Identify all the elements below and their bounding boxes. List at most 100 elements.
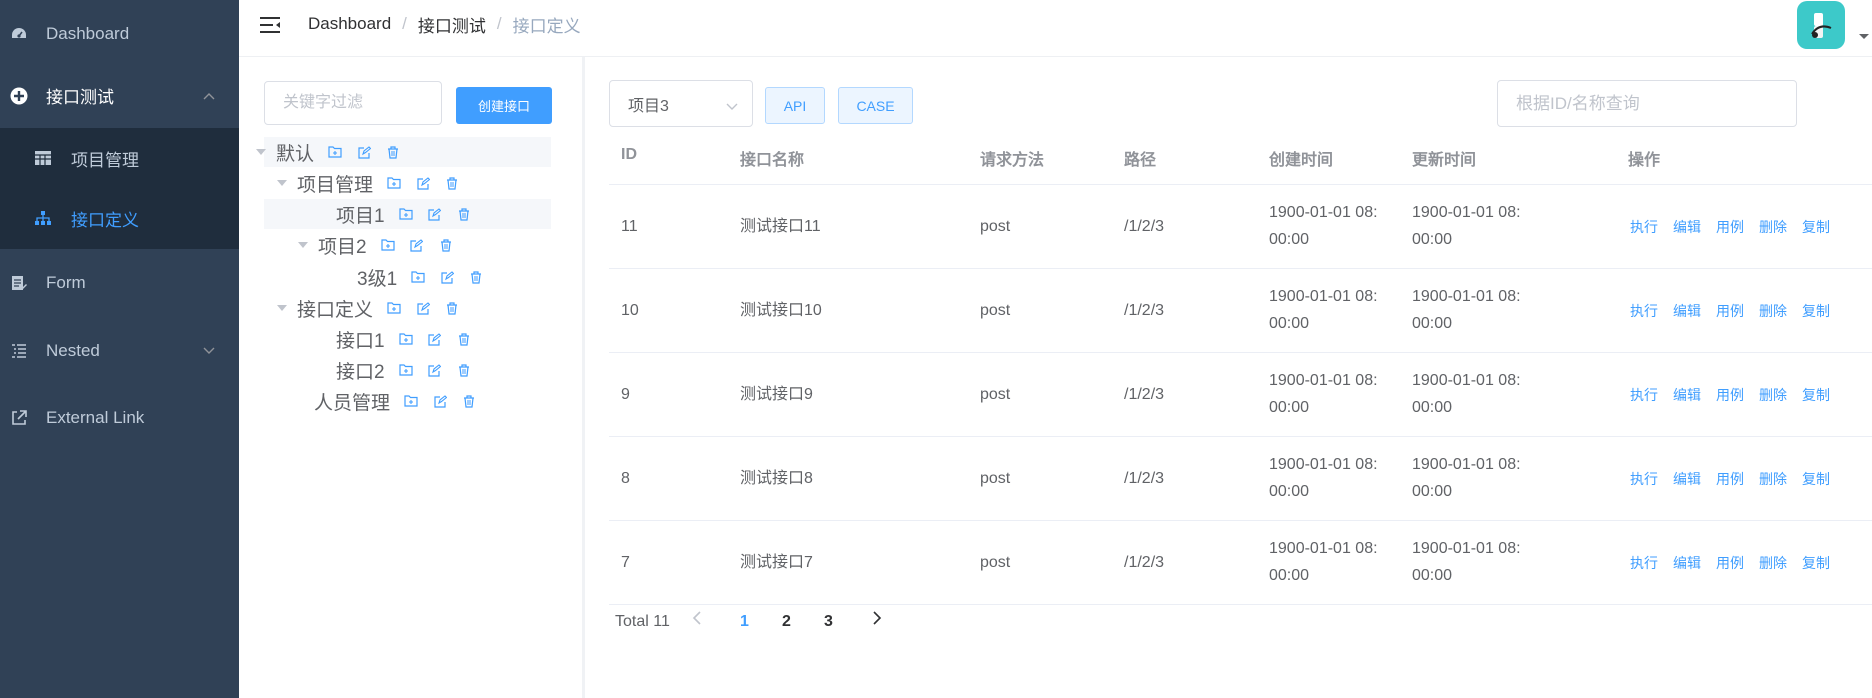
edit-icon[interactable] bbox=[432, 393, 448, 409]
cell-method: post bbox=[980, 554, 1011, 571]
caret-down-icon[interactable] bbox=[298, 242, 308, 248]
add-folder-icon[interactable] bbox=[386, 175, 402, 191]
caret-down-icon[interactable] bbox=[256, 149, 266, 155]
edit-icon[interactable] bbox=[415, 175, 431, 191]
delete-icon[interactable] bbox=[456, 331, 472, 347]
tree-node-actions bbox=[386, 175, 460, 191]
edit-button[interactable]: 编辑 bbox=[1673, 385, 1701, 405]
delete-icon[interactable] bbox=[456, 362, 472, 378]
page-3[interactable]: 3 bbox=[824, 613, 833, 631]
chevron-up-icon bbox=[203, 89, 215, 103]
breadcrumb-item-dashboard[interactable]: Dashboard bbox=[308, 14, 391, 34]
add-folder-icon[interactable] bbox=[398, 331, 414, 347]
run-button[interactable]: 执行 bbox=[1630, 469, 1658, 489]
run-button[interactable]: 执行 bbox=[1630, 385, 1658, 405]
keyword-filter-input[interactable] bbox=[264, 81, 442, 125]
sidebar-item-external-link[interactable]: External Link bbox=[0, 384, 239, 451]
hamburger-icon[interactable] bbox=[259, 15, 281, 35]
run-button[interactable]: 执行 bbox=[1630, 301, 1658, 321]
add-folder-icon[interactable] bbox=[398, 362, 414, 378]
delete-icon[interactable] bbox=[444, 300, 460, 316]
sidebar-item-form[interactable]: Form bbox=[0, 249, 239, 316]
edit-icon[interactable] bbox=[427, 206, 443, 222]
page-1[interactable]: 1 bbox=[740, 613, 749, 631]
id-name-search-input[interactable] bbox=[1497, 80, 1797, 127]
delete-button[interactable]: 删除 bbox=[1759, 385, 1787, 405]
copy-button[interactable]: 复制 bbox=[1802, 385, 1830, 405]
delete-icon[interactable] bbox=[468, 269, 484, 285]
case-button[interactable]: 用例 bbox=[1716, 301, 1744, 321]
edit-button[interactable]: 编辑 bbox=[1673, 469, 1701, 489]
caret-down-icon[interactable] bbox=[277, 305, 287, 311]
api-button[interactable]: API bbox=[765, 87, 825, 124]
copy-button[interactable]: 复制 bbox=[1802, 301, 1830, 321]
delete-icon[interactable] bbox=[444, 175, 460, 191]
delete-icon[interactable] bbox=[461, 393, 477, 409]
delete-button[interactable]: 删除 bbox=[1759, 469, 1787, 489]
cell-path: /1/2/3 bbox=[1124, 302, 1165, 319]
copy-button[interactable]: 复制 bbox=[1802, 553, 1830, 573]
case-button[interactable]: 用例 bbox=[1716, 469, 1744, 489]
sidebar-item-api-definition[interactable]: 接口定义 bbox=[0, 188, 239, 248]
case-button[interactable]: 用例 bbox=[1716, 217, 1744, 237]
edit-button[interactable]: 编辑 bbox=[1673, 217, 1701, 237]
tree-node-api2[interactable]: 接口2 bbox=[336, 355, 472, 385]
case-button[interactable]: 用例 bbox=[1716, 385, 1744, 405]
delete-icon[interactable] bbox=[438, 237, 454, 253]
tree-node-project-management[interactable]: 项目管理 bbox=[277, 168, 460, 198]
sidebar-item-dashboard[interactable]: Dashboard bbox=[0, 0, 239, 67]
next-page-icon[interactable] bbox=[872, 611, 882, 630]
case-button[interactable]: CASE bbox=[838, 87, 913, 124]
run-button[interactable]: 执行 bbox=[1630, 217, 1658, 237]
sidebar-item-nested[interactable]: Nested bbox=[0, 317, 239, 384]
prev-page-icon[interactable] bbox=[692, 611, 702, 630]
avatar[interactable] bbox=[1797, 1, 1845, 49]
pagination-total: Total 11 bbox=[615, 613, 670, 630]
cell-id: 7 bbox=[621, 554, 630, 571]
delete-icon[interactable] bbox=[456, 206, 472, 222]
run-button[interactable]: 执行 bbox=[1630, 553, 1658, 573]
tree-node-project1[interactable]: 项目1 bbox=[336, 199, 472, 229]
cell-created-time: 1900-01-01 08: bbox=[1269, 456, 1378, 473]
sidebar-item-api-test[interactable]: 接口测试 bbox=[0, 62, 239, 129]
cell-updated-time: 00:00 bbox=[1412, 483, 1453, 500]
edit-icon[interactable] bbox=[427, 331, 443, 347]
caret-down-icon[interactable] bbox=[1859, 34, 1869, 39]
edit-icon[interactable] bbox=[427, 362, 443, 378]
add-folder-icon[interactable] bbox=[410, 269, 426, 285]
edit-icon[interactable] bbox=[409, 237, 425, 253]
copy-button[interactable]: 复制 bbox=[1802, 469, 1830, 489]
tree-node-api-definition[interactable]: 接口定义 bbox=[277, 293, 460, 323]
sidebar: Dashboard 接口测试 项目管理 接口定义 Form Nested Ext… bbox=[0, 0, 239, 698]
add-folder-icon[interactable] bbox=[327, 144, 343, 160]
sidebar-item-project-management[interactable]: 项目管理 bbox=[0, 128, 239, 188]
case-button[interactable]: 用例 bbox=[1716, 553, 1744, 573]
add-folder-icon[interactable] bbox=[386, 300, 402, 316]
edit-icon[interactable] bbox=[439, 269, 455, 285]
tree-node-default[interactable]: 默认 bbox=[256, 137, 401, 167]
copy-button[interactable]: 复制 bbox=[1802, 217, 1830, 237]
caret-down-icon[interactable] bbox=[277, 180, 287, 186]
edit-icon[interactable] bbox=[356, 144, 372, 160]
add-folder-icon[interactable] bbox=[398, 206, 414, 222]
delete-button[interactable]: 删除 bbox=[1759, 553, 1787, 573]
edit-icon[interactable] bbox=[415, 300, 431, 316]
tree-node-people-management[interactable]: 人员管理 bbox=[314, 386, 477, 416]
add-folder-icon[interactable] bbox=[403, 393, 419, 409]
tree-node-level3-1[interactable]: 3级1 bbox=[357, 262, 484, 292]
create-api-button[interactable]: 创建接口 bbox=[456, 87, 552, 124]
delete-icon[interactable] bbox=[385, 144, 401, 160]
delete-button[interactable]: 删除 bbox=[1759, 217, 1787, 237]
column-header-name: 接口名称 bbox=[740, 152, 805, 169]
page-2[interactable]: 2 bbox=[782, 613, 791, 631]
tree-node-project2[interactable]: 项目2 bbox=[298, 230, 454, 260]
tree-node-label: 接口1 bbox=[336, 330, 385, 352]
delete-button[interactable]: 删除 bbox=[1759, 301, 1787, 321]
add-folder-icon[interactable] bbox=[380, 237, 396, 253]
breadcrumb-item-api-test[interactable]: 接口测试 bbox=[418, 12, 486, 37]
tree-node-api1[interactable]: 接口1 bbox=[336, 324, 472, 354]
edit-button[interactable]: 编辑 bbox=[1673, 301, 1701, 321]
project-select[interactable]: 项目3 bbox=[609, 80, 753, 127]
table-row-divider bbox=[609, 604, 1872, 605]
edit-button[interactable]: 编辑 bbox=[1673, 553, 1701, 573]
